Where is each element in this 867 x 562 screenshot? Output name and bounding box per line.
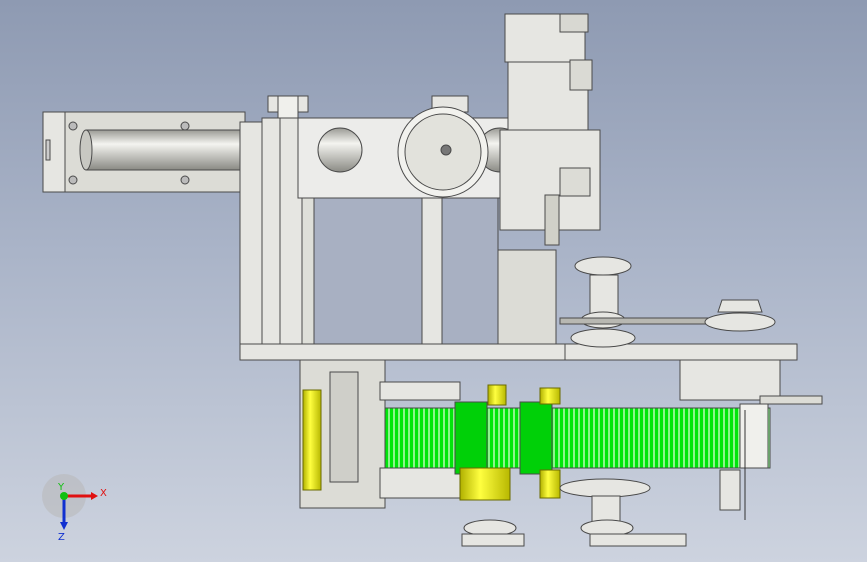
cad-assembly-drawing bbox=[42, 13, 823, 547]
cad-graphics-viewport[interactable]: X Y Z bbox=[0, 0, 867, 562]
coordinate-triad: X Y Z bbox=[42, 472, 122, 552]
y-axis-arrow bbox=[60, 492, 68, 500]
pneumatic-cylinder bbox=[42, 111, 247, 193]
servo-motor bbox=[497, 13, 601, 346]
triad-graphic bbox=[42, 474, 98, 530]
z-axis-label: Z bbox=[58, 532, 65, 543]
x-axis-label: X bbox=[100, 488, 107, 499]
belt-drive bbox=[379, 381, 771, 520]
tension-pulley-assembly bbox=[559, 256, 823, 405]
y-axis-label: Y bbox=[58, 482, 65, 493]
